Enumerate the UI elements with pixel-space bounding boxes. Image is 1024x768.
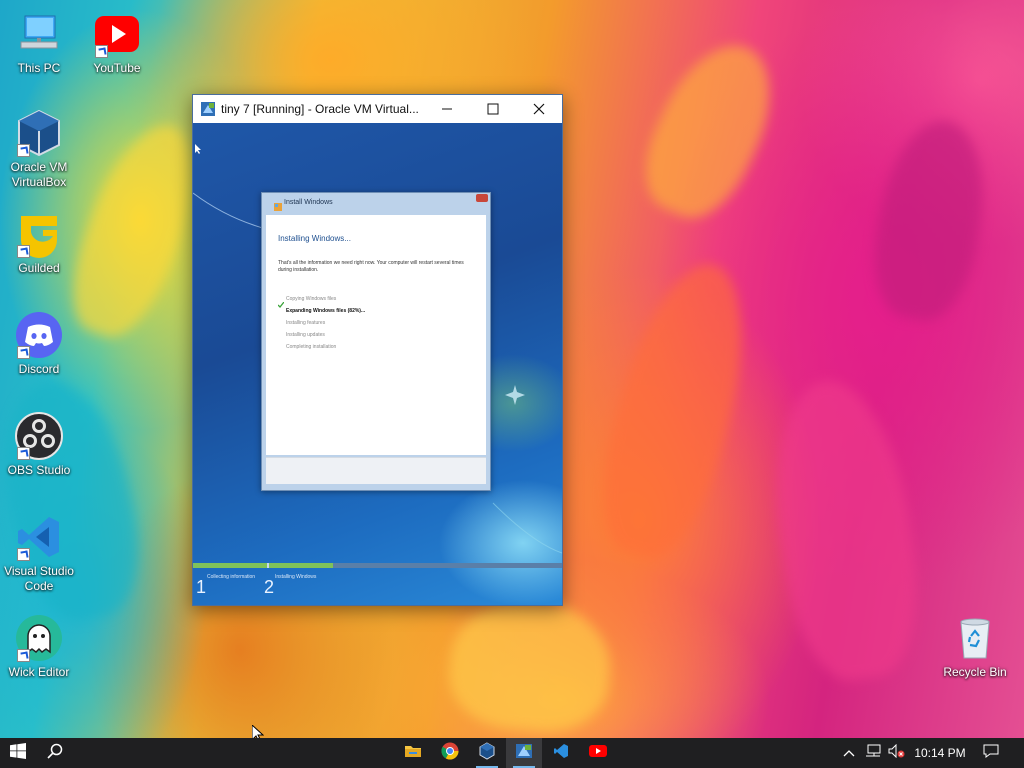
phase-number: 1	[196, 577, 207, 597]
search-button[interactable]	[37, 738, 73, 768]
desktop-icon-label: Wick Editor	[8, 665, 70, 679]
virtualbox-vm-icon	[515, 742, 533, 765]
wick-editor-icon	[15, 614, 63, 662]
obs-icon	[15, 412, 63, 460]
youtube-icon	[589, 744, 607, 763]
wallpaper-streak	[626, 27, 794, 233]
taskbar-virtualbox-vm[interactable]	[506, 738, 542, 768]
desktop-icon-youtube[interactable]: YouTube	[79, 10, 155, 76]
maximize-button[interactable]	[470, 95, 516, 123]
desktop-icon-this-pc[interactable]: This PC	[1, 10, 77, 76]
desktop-icon-label: Visual Studio Code	[4, 564, 74, 593]
shortcut-arrow-icon	[17, 649, 30, 662]
windows-logo-icon	[10, 742, 26, 764]
desktop-icon-guilded[interactable]: Guilded	[1, 210, 77, 276]
discord-icon	[15, 311, 63, 359]
windows-flag-watermark-icon	[503, 383, 527, 412]
network-tray-button[interactable]	[861, 738, 885, 768]
install-step: Installing updates	[286, 332, 325, 338]
wallpaper-streak	[863, 112, 997, 328]
install-step: Completing installation	[286, 344, 337, 350]
step-complete-check-icon	[277, 295, 285, 308]
desktop-icon-label: Oracle VM VirtualBox	[10, 160, 68, 189]
folder-icon	[404, 743, 422, 764]
network-icon	[865, 744, 881, 763]
taskbar-file-explorer[interactable]	[395, 738, 431, 768]
window-titlebar[interactable]: tiny 7 [Running] - Oracle VM Virtual...	[193, 95, 562, 123]
install-step: Installing features	[286, 320, 326, 326]
mouse-cursor-icon	[251, 723, 265, 738]
desktop-icon-recycle-bin[interactable]: Recycle Bin	[937, 614, 1013, 680]
window-title: tiny 7 [Running] - Oracle VM Virtual...	[221, 102, 419, 116]
start-button[interactable]	[0, 738, 36, 768]
desktop-icon-label: Discord	[18, 362, 60, 376]
taskbar-vscode[interactable]	[543, 738, 579, 768]
taskbar[interactable]: 10:14 PM	[0, 738, 1024, 768]
virtualbox-app-icon	[200, 101, 216, 117]
desktop-icon-virtualbox[interactable]: Oracle VM VirtualBox	[1, 109, 77, 190]
chrome-icon	[441, 742, 459, 765]
virtualbox-icon	[15, 109, 63, 157]
youtube-icon	[93, 10, 141, 58]
setup-dialog-title: Install Windows	[284, 199, 333, 206]
desktop-icon-label: OBS Studio	[7, 463, 71, 477]
setup-close-button[interactable]	[476, 194, 488, 202]
notification-icon	[983, 743, 999, 764]
phase-label: Collecting information	[207, 574, 256, 580]
mouse-pointer-icon	[195, 141, 201, 159]
guilded-icon	[15, 210, 63, 258]
show-hidden-icons-button[interactable]	[838, 738, 860, 768]
close-button[interactable]	[516, 95, 562, 123]
install-step-active: Expanding Windows files (82%)...	[286, 308, 366, 314]
phase-label: Installing Windows	[275, 574, 317, 580]
shortcut-arrow-icon	[17, 548, 30, 561]
setup-description: That's all the information we need right…	[278, 260, 464, 273]
wallpaper-streak	[759, 372, 931, 688]
vm-display[interactable]: Install Windows Installing Windows... Th…	[193, 123, 562, 605]
desktop-icon-label: YouTube	[93, 61, 141, 75]
progress-phase-divider	[267, 563, 269, 568]
computer-icon	[15, 10, 63, 58]
setup-progress-bar	[193, 563, 562, 568]
action-center-button[interactable]	[973, 738, 1009, 768]
virtualbox-vm-window[interactable]: tiny 7 [Running] - Oracle VM Virtual...	[192, 94, 563, 606]
virtualbox-icon	[478, 741, 496, 765]
desktop-icon-label: Guilded	[18, 261, 60, 275]
setup-progress-fill	[193, 563, 334, 568]
shortcut-arrow-icon	[17, 447, 30, 460]
setup-heading: Installing Windows...	[278, 234, 351, 243]
wallpaper-streak	[444, 593, 616, 737]
minimize-button[interactable]	[424, 95, 470, 123]
taskbar-youtube[interactable]	[580, 738, 616, 768]
wallpaper-streak	[55, 111, 215, 349]
setup-dialog-icon	[274, 198, 282, 211]
setup-dialog-body: Installing Windows... That's all the inf…	[266, 215, 486, 455]
shortcut-arrow-icon	[17, 346, 30, 359]
desktop[interactable]: This PC YouTube Oracle VM VirtualBox Gui…	[0, 0, 1024, 738]
phase-number: 2	[264, 577, 275, 597]
taskbar-virtualbox-manager[interactable]	[469, 738, 505, 768]
desktop-icon-obs-studio[interactable]: OBS Studio	[1, 412, 77, 478]
taskbar-clock[interactable]: 10:14 PM	[910, 738, 970, 768]
volume-muted-icon	[888, 743, 906, 763]
vscode-icon	[553, 743, 569, 764]
taskbar-chrome[interactable]	[432, 738, 468, 768]
wallpaper-streak	[583, 250, 767, 570]
chevron-up-icon	[843, 744, 855, 762]
install-windows-dialog[interactable]: Install Windows Installing Windows... Th…	[261, 192, 491, 491]
shortcut-arrow-icon	[17, 245, 30, 258]
vscode-icon	[15, 513, 63, 561]
volume-tray-button[interactable]	[885, 738, 909, 768]
desktop-icon-label: Recycle Bin	[943, 665, 1007, 679]
recycle-bin-icon	[951, 614, 999, 662]
shortcut-arrow-icon	[95, 45, 108, 58]
desktop-icon-vscode[interactable]: Visual Studio Code	[1, 513, 77, 594]
desktop-icon-wick-editor[interactable]: Wick Editor	[1, 614, 77, 680]
desktop-icon-label: This PC	[17, 61, 61, 75]
search-icon	[47, 743, 63, 764]
install-step: Copying Windows files	[286, 296, 337, 302]
desktop-icon-discord[interactable]: Discord	[1, 311, 77, 377]
shortcut-arrow-icon	[17, 144, 30, 157]
setup-dialog-footer	[266, 457, 486, 484]
